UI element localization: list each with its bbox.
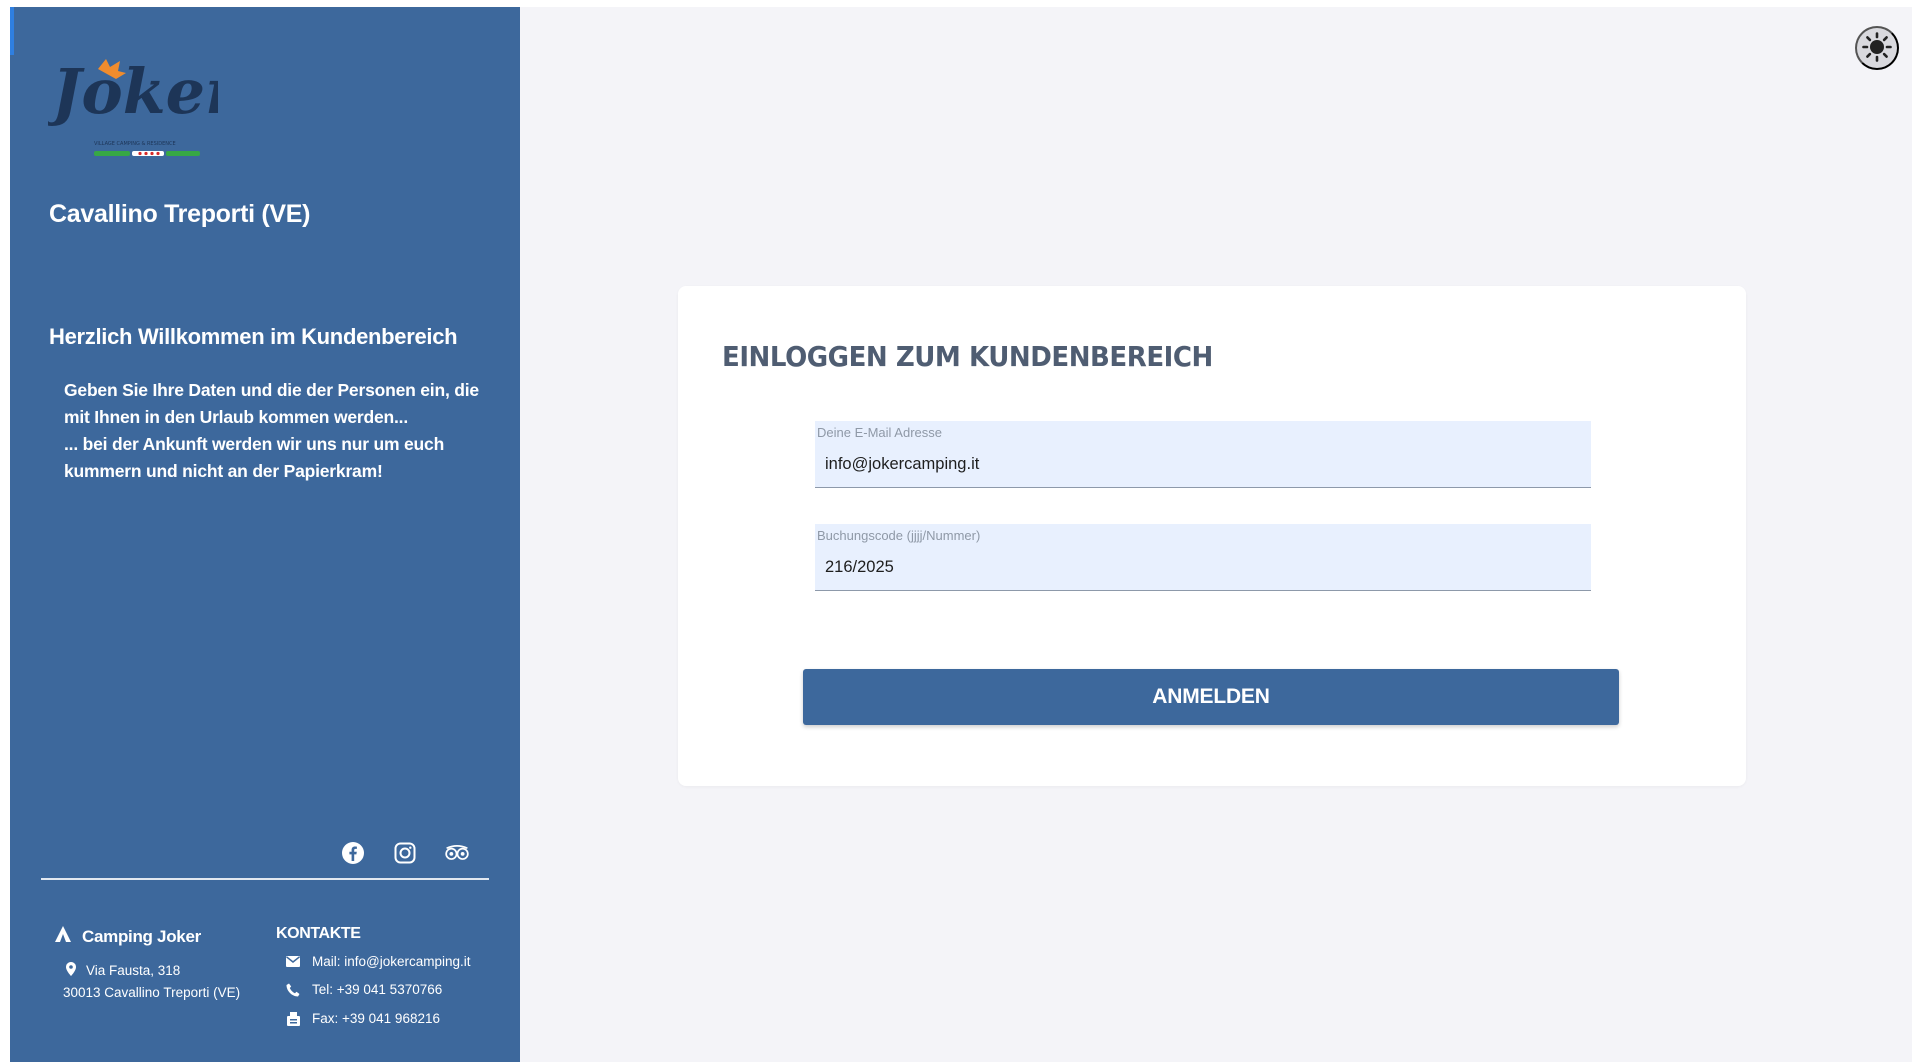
sidebar-divider	[41, 878, 489, 880]
address-street: Via Fausta, 318	[66, 962, 180, 979]
phone-icon	[286, 983, 300, 997]
fax-icon	[286, 1011, 300, 1026]
camp-name-label: Camping Joker	[82, 926, 201, 946]
tent-icon	[54, 925, 72, 948]
booking-code-label: Buchungscode (jjjj/Nummer)	[817, 528, 981, 543]
welcome-heading: Herzlich Willkommen im Kundenbereich	[49, 324, 458, 349]
intro-line-2: ... bei der Ankunft werden wir uns nur u…	[64, 434, 445, 481]
contact-mail[interactable]: Mail: info@jokercamping.it	[286, 954, 471, 969]
login-card: EINLOGGEN ZUM KUNDENBEREICH Deine E-Mail…	[678, 286, 1746, 786]
contact-mail-text: Mail: info@jokercamping.it	[312, 954, 471, 969]
camp-name: Camping Joker	[54, 925, 201, 948]
address-city: 30013 Cavallino Treporti (VE)	[63, 985, 241, 1000]
joker-logo[interactable]: Joker VILLAGE CAMPING & RESIDENCE	[42, 47, 242, 157]
booking-code-input[interactable]	[825, 558, 1565, 577]
contact-fax-text: Fax: +39 041 968216	[312, 1011, 440, 1026]
svg-text:VILLAGE CAMPING & RESIDENCE: VILLAGE CAMPING & RESIDENCE	[94, 141, 176, 147]
email-label: Deine E-Mail Adresse	[817, 425, 942, 440]
address-street-text: Via Fausta, 318	[86, 963, 181, 978]
intro-text: Geben Sie Ihre Daten und die der Persone…	[64, 377, 494, 485]
svg-text:Joker: Joker	[48, 55, 218, 128]
sidebar-accent	[10, 7, 14, 55]
facebook-icon[interactable]	[340, 840, 366, 866]
login-title: EINLOGGEN ZUM KUNDENBEREICH	[722, 340, 1213, 373]
sidebar: Joker VILLAGE CAMPING & RESIDENCE Cavall…	[10, 7, 520, 1062]
booking-code-field[interactable]: Buchungscode (jjjj/Nummer)	[815, 524, 1591, 591]
tripadvisor-icon[interactable]	[444, 840, 470, 866]
map-pin-icon	[66, 962, 76, 979]
intro-line-1: Geben Sie Ihre Daten und die der Persone…	[64, 380, 479, 427]
login-button[interactable]: ANMELDEN	[803, 669, 1619, 725]
contact-fax: Fax: +39 041 968216	[286, 1011, 440, 1026]
email-field[interactable]: Deine E-Mail Adresse	[815, 421, 1591, 488]
email-input[interactable]	[825, 455, 1565, 474]
theme-toggle-button[interactable]	[1855, 26, 1899, 70]
sun-icon	[1862, 31, 1892, 65]
contacts-heading: KONTAKTE	[276, 925, 361, 942]
mail-icon	[286, 955, 300, 969]
contact-tel-text: Tel: +39 041 5370766	[312, 982, 443, 997]
contact-tel[interactable]: Tel: +39 041 5370766	[286, 982, 442, 997]
instagram-icon[interactable]	[392, 840, 418, 866]
location-title: Cavallino Treporti (VE)	[49, 200, 311, 228]
social-links	[340, 840, 470, 866]
